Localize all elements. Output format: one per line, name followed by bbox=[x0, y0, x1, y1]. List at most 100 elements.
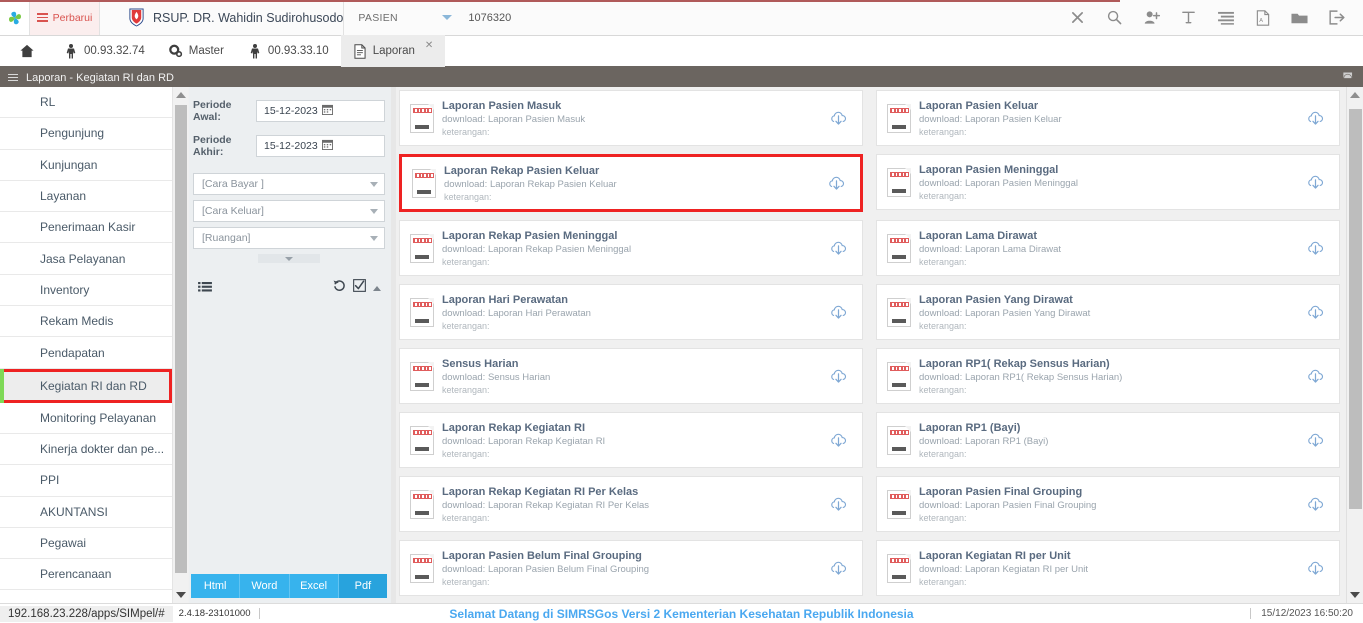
cloud-download-icon[interactable] bbox=[1305, 560, 1325, 577]
cloud-download-icon[interactable] bbox=[1305, 496, 1325, 513]
periode-awal-value: 15-12-2023 bbox=[264, 105, 318, 117]
close-icon[interactable] bbox=[1069, 9, 1086, 26]
report-card[interactable]: Laporan Rekap Kegiatan RI Per Kelas downl… bbox=[399, 476, 863, 532]
list-view-icon[interactable] bbox=[198, 282, 212, 294]
report-card[interactable]: Laporan Pasien Masuk download: Laporan Pa… bbox=[399, 90, 863, 146]
report-card[interactable]: Laporan Hari Perawatan download: Laporan … bbox=[399, 284, 863, 340]
report-card[interactable]: Laporan RP1 (Bayi) download: Laporan RP1 … bbox=[876, 412, 1340, 468]
report-file-icon bbox=[887, 233, 911, 263]
sidebar-item-kunjungan[interactable]: Kunjungan bbox=[0, 150, 172, 181]
export-pdf-button[interactable]: Pdf bbox=[338, 574, 387, 598]
app-logo[interactable] bbox=[0, 0, 30, 35]
cloud-download-icon[interactable] bbox=[828, 432, 848, 449]
context-selector[interactable]: PASIEN bbox=[344, 0, 464, 35]
sidebar-item-jasa-pelayanan[interactable]: Jasa Pelayanan bbox=[0, 243, 172, 275]
sidebar-item-kegiatan-ri-dan-rd[interactable]: Kegiatan RI dan RD bbox=[0, 368, 172, 403]
cloud-download-icon[interactable] bbox=[1305, 174, 1325, 191]
sidebar-item-kinerja-dokter-dan-pe[interactable]: Kinerja dokter dan pe... bbox=[0, 434, 172, 466]
scroll-down-icon[interactable] bbox=[1347, 587, 1363, 603]
calendar-icon[interactable] bbox=[322, 104, 380, 118]
sidebar-item-pengunjung[interactable]: Pengunjung bbox=[0, 118, 172, 150]
history-reset-icon[interactable] bbox=[333, 279, 346, 297]
pdf-icon[interactable]: A bbox=[1254, 9, 1271, 26]
sidebar-item-perencanaan[interactable]: Perencanaan bbox=[0, 559, 172, 591]
report-card[interactable]: Laporan Kegiatan RI per Unit download: La… bbox=[876, 540, 1340, 596]
report-card[interactable]: Sensus Harian download: Sensus Harian kete… bbox=[399, 348, 863, 404]
cloud-download-icon[interactable] bbox=[828, 110, 848, 127]
cara-bayar-select[interactable]: [Cara Bayar ] bbox=[193, 173, 385, 195]
tab-home[interactable] bbox=[8, 35, 52, 67]
report-card[interactable]: Laporan Lama Dirawat download: Laporan La… bbox=[876, 220, 1340, 276]
select-all-checkbox-icon[interactable] bbox=[353, 279, 366, 297]
menu-scrollbar[interactable] bbox=[172, 87, 188, 603]
periode-akhir-input[interactable]: 15-12-2023 bbox=[256, 135, 385, 157]
cloud-download-icon[interactable] bbox=[828, 240, 848, 257]
report-card[interactable]: Laporan Pasien Final Grouping download: L… bbox=[876, 476, 1340, 532]
tab-laporan[interactable]: Laporan ✕ bbox=[340, 35, 446, 67]
export-html-button[interactable]: Html bbox=[191, 574, 241, 598]
tab-00933310[interactable]: 00.93.33.10 bbox=[236, 35, 341, 67]
sidebar-item-pendapatan[interactable]: Pendapatan bbox=[0, 337, 172, 369]
ruangan-select[interactable]: [Ruangan] bbox=[193, 227, 385, 249]
list-icon[interactable] bbox=[1217, 9, 1234, 26]
report-scroll-thumb[interactable] bbox=[1349, 109, 1362, 509]
refresh-button[interactable]: Perbarui bbox=[30, 0, 100, 35]
cloud-download-icon[interactable] bbox=[828, 496, 848, 513]
tab-00933274[interactable]: 00.93.32.74 bbox=[52, 35, 157, 67]
chevron-down-icon bbox=[370, 235, 378, 241]
expand-filters-handle[interactable] bbox=[258, 254, 320, 263]
cloud-download-icon[interactable] bbox=[1305, 240, 1325, 257]
cloud-download-icon[interactable] bbox=[826, 175, 846, 192]
cloud-download-icon[interactable] bbox=[828, 304, 848, 321]
calendar-icon[interactable] bbox=[322, 139, 380, 153]
report-card[interactable]: Laporan Pasien Belum Final Grouping downl… bbox=[399, 540, 863, 596]
sidebar-item-akuntansi[interactable]: AKUNTANSI bbox=[0, 497, 172, 528]
chevron-down-icon[interactable] bbox=[442, 15, 453, 20]
scroll-up-icon[interactable] bbox=[1347, 87, 1363, 103]
sidebar-item-rekam-medis[interactable]: Rekam Medis bbox=[0, 306, 172, 338]
sidebar-item-layanan[interactable]: Layanan bbox=[0, 181, 172, 213]
folder-icon[interactable] bbox=[1291, 9, 1308, 26]
report-keterangan-label: keterangan: bbox=[919, 576, 967, 587]
tab-close-icon[interactable]: ✕ bbox=[425, 40, 433, 51]
cloud-download-icon[interactable] bbox=[828, 560, 848, 577]
periode-awal-input[interactable]: 15-12-2023 bbox=[256, 100, 385, 122]
search-icon[interactable] bbox=[1106, 9, 1123, 26]
add-user-icon[interactable] bbox=[1143, 9, 1160, 26]
report-card[interactable]: Laporan Rekap Kegiatan RI download: Lapor… bbox=[399, 412, 863, 468]
export-excel-button[interactable]: Excel bbox=[289, 574, 339, 598]
cara-keluar-select[interactable]: [Cara Keluar] bbox=[193, 200, 385, 222]
sidebar-item-penerimaan-kasir[interactable]: Penerimaan Kasir bbox=[0, 212, 172, 244]
text-format-icon[interactable] bbox=[1180, 9, 1197, 26]
report-file-icon bbox=[410, 233, 434, 263]
context-label: PASIEN bbox=[358, 11, 398, 24]
chevron-up-icon[interactable] bbox=[373, 285, 381, 291]
tab-master[interactable]: Master bbox=[157, 35, 236, 67]
scroll-up-icon[interactable] bbox=[173, 87, 189, 103]
report-keterangan-label: keterangan: bbox=[442, 256, 490, 267]
report-card[interactable]: Laporan Rekap Pasien Meninggal download: … bbox=[399, 220, 863, 276]
cloud-download-icon[interactable] bbox=[1305, 304, 1325, 321]
report-card[interactable]: Laporan Pasien Keluar download: Laporan P… bbox=[876, 90, 1340, 146]
scroll-down-icon[interactable] bbox=[173, 587, 189, 603]
report-card[interactable]: Laporan Pasien Yang Dirawat download: Lap… bbox=[876, 284, 1340, 340]
expand-icon[interactable]: ◚ bbox=[1342, 71, 1353, 84]
logout-icon[interactable] bbox=[1328, 9, 1345, 26]
cloud-download-icon[interactable] bbox=[1305, 432, 1325, 449]
sidebar-item-inventory[interactable]: Inventory bbox=[0, 275, 172, 307]
cloud-download-icon[interactable] bbox=[1305, 368, 1325, 385]
sidebar-item-pegawai[interactable]: Pegawai bbox=[0, 528, 172, 560]
export-word-button[interactable]: Word bbox=[240, 574, 290, 598]
menu-scroll-thumb[interactable] bbox=[175, 105, 187, 573]
report-card[interactable]: Laporan RP1( Rekap Sensus Harian) downloa… bbox=[876, 348, 1340, 404]
periode-akhir-label: Periode Akhir: bbox=[193, 134, 232, 158]
sidebar-item-ppi[interactable]: PPI bbox=[0, 465, 172, 497]
panel-menu-icon[interactable] bbox=[8, 72, 18, 84]
cloud-download-icon[interactable] bbox=[828, 368, 848, 385]
report-card[interactable]: Laporan Pasien Meninggal download: Lapora… bbox=[876, 154, 1340, 210]
cloud-download-icon[interactable] bbox=[1305, 110, 1325, 127]
report-list-scrollbar[interactable] bbox=[1346, 87, 1363, 603]
sidebar-item-monitoring-pelayanan[interactable]: Monitoring Pelayanan bbox=[0, 403, 172, 434]
sidebar-item-rl[interactable]: RL bbox=[0, 87, 172, 119]
report-card[interactable]: Laporan Rekap Pasien Keluar download: Lap… bbox=[399, 154, 863, 212]
